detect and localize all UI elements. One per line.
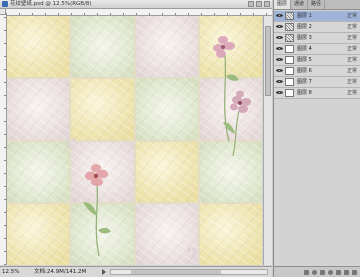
- adjustment-layer-icon[interactable]: [328, 269, 333, 275]
- layer-blend-mode: 正常: [346, 24, 357, 30]
- layer-blend-mode: 正常: [346, 46, 357, 52]
- new-group-icon[interactable]: [336, 269, 341, 275]
- document-title-bar[interactable]: 花纹壁纸.psd @ 12.5%(RGB/8): [0, 0, 272, 9]
- layer-name: 图层 4: [297, 46, 312, 52]
- zoom-level[interactable]: 12.5%: [2, 268, 19, 276]
- layer-thumbnail: [285, 34, 294, 42]
- layer-row[interactable]: 图层 2 正常: [274, 22, 360, 33]
- layer-row[interactable]: 图层 4 正常: [274, 44, 360, 55]
- panel-tab[interactable]: 路径: [308, 0, 326, 9]
- close-icon[interactable]: [264, 1, 270, 7]
- panel-tabs: 图层 通道 路径: [274, 0, 360, 10]
- layer-row[interactable]: 图层 1 正常: [274, 11, 360, 22]
- status-menu-arrow-icon[interactable]: [102, 269, 106, 275]
- flower-decorations: [67, 36, 251, 257]
- layer-blend-mode: 正常: [346, 35, 357, 41]
- layer-thumbnail: [285, 67, 294, 75]
- layer-row[interactable]: 图层 3 正常: [274, 33, 360, 44]
- layer-name: 图层 7: [297, 79, 312, 85]
- layer-thumbnail: [285, 78, 294, 86]
- layer-name: 图层 5: [297, 57, 312, 63]
- horizontal-scrollbar[interactable]: [110, 269, 268, 275]
- flower-right-middle: [223, 90, 251, 157]
- tile-corner-ornaments: [67, 138, 196, 257]
- visibility-eye-icon[interactable]: [276, 57, 283, 62]
- layer-row[interactable]: 图层 6 正常: [274, 66, 360, 77]
- layer-row[interactable]: 图层 5 正常: [274, 55, 360, 66]
- horizontal-scroll-thumb[interactable]: [131, 270, 221, 274]
- layers-panel-toolbar: [274, 266, 360, 277]
- window-controls: [248, 1, 270, 7]
- vertical-scroll-thumb[interactable]: [265, 26, 271, 96]
- layer-blend-mode: 正常: [346, 79, 357, 85]
- layer-blend-mode: 正常: [346, 57, 357, 63]
- vertical-scrollbar[interactable]: [263, 16, 272, 265]
- image-canvas[interactable]: [7, 16, 262, 265]
- layer-row[interactable]: 图层 7 正常: [274, 77, 360, 88]
- layer-name: 图层 1: [297, 13, 312, 19]
- link-layers-icon[interactable]: [304, 269, 309, 275]
- layer-blend-mode: 正常: [346, 90, 357, 96]
- layer-name: 图层 3: [297, 35, 312, 41]
- layer-name: 图层 2: [297, 24, 312, 30]
- visibility-eye-icon[interactable]: [276, 13, 283, 18]
- visibility-eye-icon[interactable]: [276, 90, 283, 95]
- vertical-ruler[interactable]: [0, 15, 7, 265]
- visibility-eye-icon[interactable]: [276, 24, 283, 29]
- status-bar: 12.5% 文档:24.9M/141.2M: [0, 266, 272, 277]
- add-mask-icon[interactable]: [320, 269, 325, 275]
- visibility-eye-icon[interactable]: [276, 46, 283, 51]
- layer-row[interactable]: 图层 8 正常: [274, 88, 360, 99]
- minimize-icon[interactable]: [248, 1, 254, 7]
- layers-panel: 图层 通道 路径 图层 1 正常 图层 2 正常 图层 3 正常 图层 4 正常 图层 5 正常 图层 …: [273, 0, 360, 277]
- layer-thumbnail: [285, 45, 294, 53]
- document-title: 花纹壁纸.psd @ 12.5%(RGB/8): [10, 1, 92, 7]
- panel-tab[interactable]: 图层: [274, 0, 292, 9]
- layer-name: 图层 6: [297, 68, 312, 74]
- layer-thumbnail: [285, 56, 294, 64]
- layer-name: 图层 8: [297, 90, 312, 96]
- layer-blend-mode: 正常: [346, 68, 357, 74]
- layer-thumbnail: [285, 89, 294, 97]
- flower-lower-left: [83, 164, 111, 257]
- layer-blend-mode: 正常: [346, 13, 357, 19]
- maximize-icon[interactable]: [256, 1, 262, 7]
- visibility-eye-icon[interactable]: [276, 35, 283, 40]
- photoshop-doc-icon: [2, 1, 8, 7]
- layer-list: 图层 1 正常 图层 2 正常 图层 3 正常 图层 4 正常 图层 5 正常 图层 6 正常 图层 7…: [274, 11, 360, 99]
- horizontal-ruler[interactable]: [6, 9, 272, 16]
- visibility-eye-icon[interactable]: [276, 79, 283, 84]
- visibility-eye-icon[interactable]: [276, 68, 283, 73]
- layer-thumbnail: [285, 12, 294, 20]
- document-size-info: 文档:24.9M/141.2M: [34, 269, 87, 275]
- new-layer-icon[interactable]: [344, 269, 349, 275]
- layer-style-icon[interactable]: [312, 269, 317, 275]
- document-window: 花纹壁纸.psd @ 12.5%(RGB/8) 12.5% 文档:24.9M/1…: [0, 0, 272, 277]
- layer-thumbnail: [285, 23, 294, 31]
- delete-layer-icon[interactable]: [352, 269, 357, 275]
- panel-tab[interactable]: 通道: [291, 0, 309, 9]
